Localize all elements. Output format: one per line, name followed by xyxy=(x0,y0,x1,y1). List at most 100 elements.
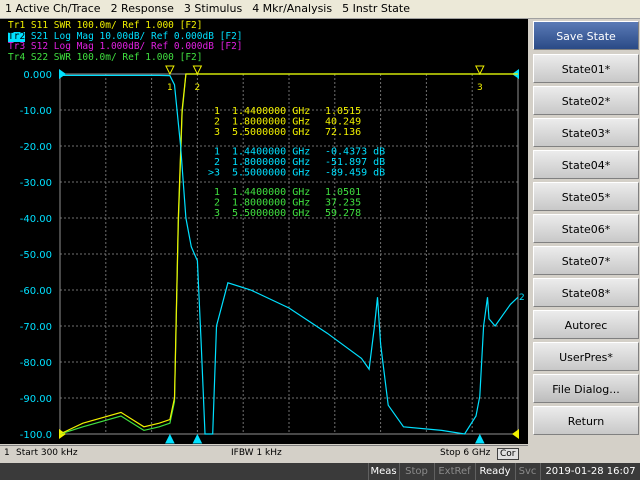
marker-number: 2 xyxy=(214,198,220,209)
marker-label: 3 xyxy=(477,83,483,93)
status-indicator-svc: Svc xyxy=(515,463,539,480)
menu-item-3[interactable]: 3 Stimulus xyxy=(179,0,247,18)
marker-frequency: 1.8000000 GHz xyxy=(232,157,310,168)
softkey-state03[interactable]: State03* xyxy=(533,118,639,147)
instrument-status-bar: Meas Stop ExtRef Ready Svc 2019-01-28 16:07 xyxy=(0,463,640,480)
softkey-autorec[interactable]: Autorec xyxy=(533,310,639,339)
start-frequency[interactable]: Start 300 kHz xyxy=(16,448,78,458)
marker-frequency: 5.5000000 GHz xyxy=(232,127,310,138)
marker-frequency: 1.8000000 GHz xyxy=(232,117,310,128)
y-axis-label: -70.00 xyxy=(20,322,52,333)
softkey-state06[interactable]: State06* xyxy=(533,214,639,243)
marker-value: 40.249 xyxy=(325,117,361,128)
status-indicator-extref: ExtRef xyxy=(434,463,474,480)
softkey-userpres[interactable]: UserPres* xyxy=(533,342,639,371)
marker-readout-row: 2 1.8000000 GHz 37.235 xyxy=(214,198,361,209)
marker-value: 59.278 xyxy=(325,208,361,219)
marker-value: 37.235 xyxy=(325,198,361,209)
y-axis-label: 0.000 xyxy=(23,70,52,81)
stop-frequency[interactable]: Stop 6 GHz xyxy=(440,448,490,458)
marker-frequency: 1.4400000 GHz xyxy=(232,147,310,158)
softkey-state08[interactable]: State08* xyxy=(533,278,639,307)
status-indicator-2019-01-28-16-07: 2019-01-28 16:07 xyxy=(540,463,640,480)
softkey-file-dialog[interactable]: File Dialog... xyxy=(533,374,639,403)
menu-item-1[interactable]: 1 Active Ch/Trace xyxy=(0,0,106,18)
trace-format: S12 Log Mag 1.000dB/ Ref 0.000dB [F2] xyxy=(25,41,243,52)
marker-readout-row: 1 1.4400000 GHz 1.0501 xyxy=(214,187,361,198)
marker-number: 2 xyxy=(214,157,220,168)
status-indicator-ready: Ready xyxy=(475,463,514,480)
marker-frequency: 1.4400000 GHz xyxy=(232,187,310,198)
trace-legend-tr4[interactable]: Tr4 S22 SWR 100.0m/ Ref 1.000 [F2] xyxy=(8,51,243,64)
marker-triangle xyxy=(475,65,485,76)
channel-number: 1 xyxy=(4,448,10,458)
y-axis-label: -100.0 xyxy=(20,430,52,441)
y-axis-label: -20.00 xyxy=(20,142,52,153)
marker-number: 1 xyxy=(214,187,220,198)
menu-item-4[interactable]: 4 Mkr/Analysis xyxy=(247,0,337,18)
marker-bottom-triangle xyxy=(165,433,175,444)
marker-value: -51.897 dB xyxy=(325,157,385,168)
y-axis-label: -90.00 xyxy=(20,394,52,405)
status-indicator-stop: Stop xyxy=(399,463,433,480)
trace-format: S11 SWR 100.0m/ Ref 1.000 [F2] xyxy=(25,20,203,31)
softkey-state04[interactable]: State04* xyxy=(533,150,639,179)
softkey-state01[interactable]: State01* xyxy=(533,54,639,83)
marker-value: -0.4373 dB xyxy=(325,147,385,158)
marker-readout-row: 2 1.8000000 GHz -51.897 dB xyxy=(214,157,385,168)
trace-format: S22 SWR 100.0m/ Ref 1.000 [F2] xyxy=(25,51,203,63)
marker-number: 3 xyxy=(214,127,220,138)
menu-item-5[interactable]: 5 Instr State xyxy=(337,0,415,18)
marker-value: 1.0501 xyxy=(325,187,361,198)
trace-id: Tr4 xyxy=(8,51,26,63)
trace-legend: Tr1 S11 SWR 100.0m/ Ref 1.000 [F2] Tr2 S2… xyxy=(8,20,243,64)
plot-area[interactable]: 0.000 -10.00 -20.00 -30.00 -40.00 -50.00 -60.0… xyxy=(0,19,528,444)
y-axis-label: -80.00 xyxy=(20,358,52,369)
marker-readout-row: 3 5.5000000 GHz 59.278 xyxy=(214,208,361,219)
y-axis-label: -30.00 xyxy=(20,178,52,189)
reference-arrow-bottom-right xyxy=(512,429,519,439)
marker-triangle xyxy=(192,65,203,76)
trace-format: S21 Log Mag 10.00dB/ Ref 0.000dB [F2] xyxy=(25,30,243,42)
softkey-state07[interactable]: State07* xyxy=(533,246,639,275)
marker-readout-row: 1 1.4400000 GHz 1.0515 xyxy=(214,106,361,117)
softkey-state02[interactable]: State02* xyxy=(533,86,639,115)
marker-readout-row: 3 5.5000000 GHz 72.136 xyxy=(214,127,361,138)
marker-number: >3 xyxy=(208,168,220,179)
softkey-state05[interactable]: State05* xyxy=(533,182,639,211)
trace-id: Tr1 xyxy=(8,20,26,31)
marker-frequency: 1.8000000 GHz xyxy=(232,198,310,209)
marker-frequency: 5.5000000 GHz xyxy=(232,208,310,219)
softkey-save-state[interactable]: Save State xyxy=(533,21,639,50)
marker-frequency: 1.4400000 GHz xyxy=(232,106,310,117)
trace-id: Tr3 xyxy=(8,41,26,52)
marker-label: 1 xyxy=(167,83,173,93)
marker-number: 1 xyxy=(214,106,220,117)
marker-number: 2 xyxy=(214,117,220,128)
marker-frequency: 5.5000000 GHz xyxy=(232,168,310,179)
menu-bar: 1 Active Ch/Trace 2 Response 3 Stimulus 4 M… xyxy=(0,0,640,19)
channel-status-bar: 1 Start 300 kHz IFBW 1 kHz Stop 6 GHz Co… xyxy=(0,445,528,462)
marker-number: 3 xyxy=(214,208,220,219)
y-axis-label: -50.00 xyxy=(20,250,52,261)
if-bandwidth[interactable]: IFBW 1 kHz xyxy=(231,448,282,458)
marker-readout-row: >3 5.5000000 GHz -89.459 dB xyxy=(208,168,385,179)
y-axis-label: -60.00 xyxy=(20,286,52,297)
marker-value: 72.136 xyxy=(325,127,361,138)
marker-value: 1.0515 xyxy=(325,106,361,117)
softkey-panel: Save State State01* State02* State03* State0… xyxy=(530,19,640,463)
trace-end-label: 2 xyxy=(519,293,525,303)
marker-bottom-triangle xyxy=(192,433,203,444)
marker-value: -89.459 dB xyxy=(325,168,385,179)
marker-readout-row: 2 1.8000000 GHz 40.249 xyxy=(214,117,361,128)
y-axis-label: -10.00 xyxy=(20,106,52,117)
trace-plot[interactable]: 0.000 -10.00 -20.00 -30.00 -40.00 -50.00 -60.0… xyxy=(0,19,528,444)
marker-number: 1 xyxy=(214,147,220,158)
marker-triangle xyxy=(165,65,175,76)
menu-item-2[interactable]: 2 Response xyxy=(106,0,179,18)
status-indicator-meas: Meas xyxy=(368,463,398,480)
correction-badge[interactable]: Cor xyxy=(497,448,519,460)
marker-bottom-triangle xyxy=(475,433,485,444)
marker-readout-row: 1 1.4400000 GHz -0.4373 dB xyxy=(214,147,385,158)
softkey-return[interactable]: Return xyxy=(533,406,639,435)
